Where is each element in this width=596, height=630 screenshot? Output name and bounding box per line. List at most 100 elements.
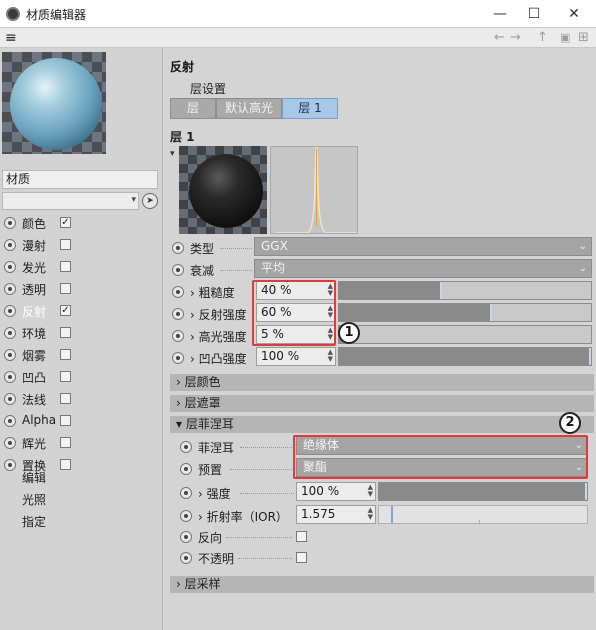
lock-icon[interactable]: ▣ [560,30,570,46]
channel-checkbox[interactable] [60,459,71,470]
channel-reflectance[interactable]: 反射 ✓ [0,300,160,321]
channel-label: 漫射 [22,239,47,253]
bump-strength-slider[interactable] [338,347,592,366]
bump-strength-value: 100 % [261,349,300,363]
up-arrow-icon[interactable]: ↑ [537,30,548,46]
specular-strength-slider[interactable] [338,325,592,344]
slider-track [354,326,591,343]
type-dropdown[interactable]: GGX ⌄ [254,237,592,256]
radio-icon[interactable] [180,531,192,543]
editor-item[interactable]: 编辑 [22,469,46,486]
spinner-icon[interactable]: ▲ ▼ [368,507,373,521]
channel-checkbox[interactable] [60,349,71,360]
group-layer-mask[interactable]: › 层遮罩 [170,395,594,412]
spinner-icon[interactable]: ▲ ▼ [368,484,373,498]
channel-checkbox[interactable] [60,415,71,426]
radio-icon[interactable] [4,415,16,427]
radio-icon[interactable] [172,242,184,254]
slider-handle[interactable] [585,483,587,500]
radio-icon[interactable] [4,217,16,229]
ior-label: › 折射率（IOR） [198,510,288,524]
channel-bump[interactable]: 凹凸 [0,366,160,387]
radio-icon[interactable] [172,330,184,342]
roughness-slider[interactable] [338,281,592,300]
channel-checkbox[interactable] [60,261,71,272]
radio-icon[interactable] [180,552,192,564]
channel-normal[interactable]: 法线 [0,388,160,409]
picker-icon[interactable]: ➤ [142,193,158,209]
ior-slider[interactable] [378,505,588,524]
channel-checkbox[interactable] [60,371,71,382]
ior-field[interactable]: 1.575 ▲ ▼ [296,505,376,524]
tab-layers[interactable]: 层 [170,98,216,119]
group-layer-sampling[interactable]: › 层采样 [170,576,594,593]
radio-icon[interactable] [180,441,192,453]
minimize-button[interactable]: — [488,4,512,24]
radio-icon[interactable] [180,463,192,475]
radio-icon[interactable] [172,286,184,298]
radio-icon[interactable] [172,308,184,320]
hamburger-icon[interactable]: ≡ [5,31,17,45]
group-layer-fresnel[interactable]: ▾ 层菲涅耳 [170,416,594,433]
forward-arrow-icon[interactable]: → [510,30,521,46]
channel-color[interactable]: 颜色 ✓ [0,212,160,233]
radio-icon[interactable] [4,327,16,339]
fresnel-strength-slider[interactable] [378,482,588,501]
reflection-strength-slider[interactable] [338,303,592,322]
specular-strength-row: › 高光强度 5 % ▲ ▼ [170,325,594,347]
close-button[interactable]: ✕ [562,4,586,24]
channel-checkbox[interactable] [60,393,71,404]
bump-strength-field[interactable]: 100 % ▲ ▼ [256,347,336,366]
slider-handle[interactable] [391,506,393,523]
channel-transparency[interactable]: 透明 [0,278,160,299]
opaque-checkbox[interactable] [296,552,307,563]
channel-checkbox[interactable] [60,239,71,250]
layer-preview-sphere [189,154,263,228]
radio-icon[interactable] [172,352,184,364]
channel-luminance[interactable]: 发光 [0,256,160,277]
specular-curve-graph [275,147,357,233]
radio-icon[interactable] [4,239,16,251]
radio-icon[interactable] [180,487,192,499]
channel-glow[interactable]: 辉光 [0,432,160,453]
channel-alpha[interactable]: Alpha [0,410,160,431]
invert-checkbox[interactable] [296,531,307,542]
fresnel-label: 菲涅耳 [198,441,235,455]
channel-diffusion[interactable]: 漫射 [0,234,160,255]
assign-item[interactable]: 指定 [22,513,46,530]
specular-curve [270,146,358,234]
channel-checkbox[interactable] [60,437,71,448]
maximize-button[interactable]: ☐ [522,4,546,24]
radio-icon[interactable] [4,305,16,317]
tab-default-specular[interactable]: 默认高光 [216,98,282,119]
material-preview [2,52,106,154]
radio-icon[interactable] [4,371,16,383]
back-arrow-icon[interactable]: ← [494,30,505,46]
radio-icon[interactable] [172,264,184,276]
radio-icon[interactable] [4,261,16,273]
radio-icon[interactable] [4,437,16,449]
channel-environment[interactable]: 环境 [0,322,160,343]
tab-layer-1[interactable]: 层 1 [282,98,338,119]
radio-icon[interactable] [4,283,16,295]
ior-row: › 折射率（IOR） 1.575 ▲ ▼ [170,505,594,527]
radio-icon[interactable] [180,510,192,522]
slider-handle[interactable] [589,348,591,365]
channel-checkbox[interactable]: ✓ [60,305,71,316]
radio-icon[interactable] [4,459,16,471]
material-name-field[interactable]: 材质 [2,170,158,189]
radio-icon[interactable] [4,349,16,361]
radio-icon[interactable] [4,393,16,405]
channel-fog[interactable]: 烟雾 [0,344,160,365]
chevron-down-icon[interactable]: ▾ [170,149,175,159]
fresnel-strength-field[interactable]: 100 % ▲ ▼ [296,482,376,501]
group-layer-color[interactable]: › 层颜色 [170,374,594,391]
material-dropdown[interactable]: ▾ [2,192,139,210]
channel-checkbox[interactable]: ✓ [60,217,71,228]
channel-checkbox[interactable] [60,283,71,294]
attenuation-dropdown[interactable]: 平均 ⌄ [254,259,592,278]
channel-checkbox[interactable] [60,327,71,338]
illumination-item[interactable]: 光照 [22,491,46,508]
spinner-icon[interactable]: ▲ ▼ [328,349,333,363]
new-view-icon[interactable]: ⊞ [578,30,589,46]
